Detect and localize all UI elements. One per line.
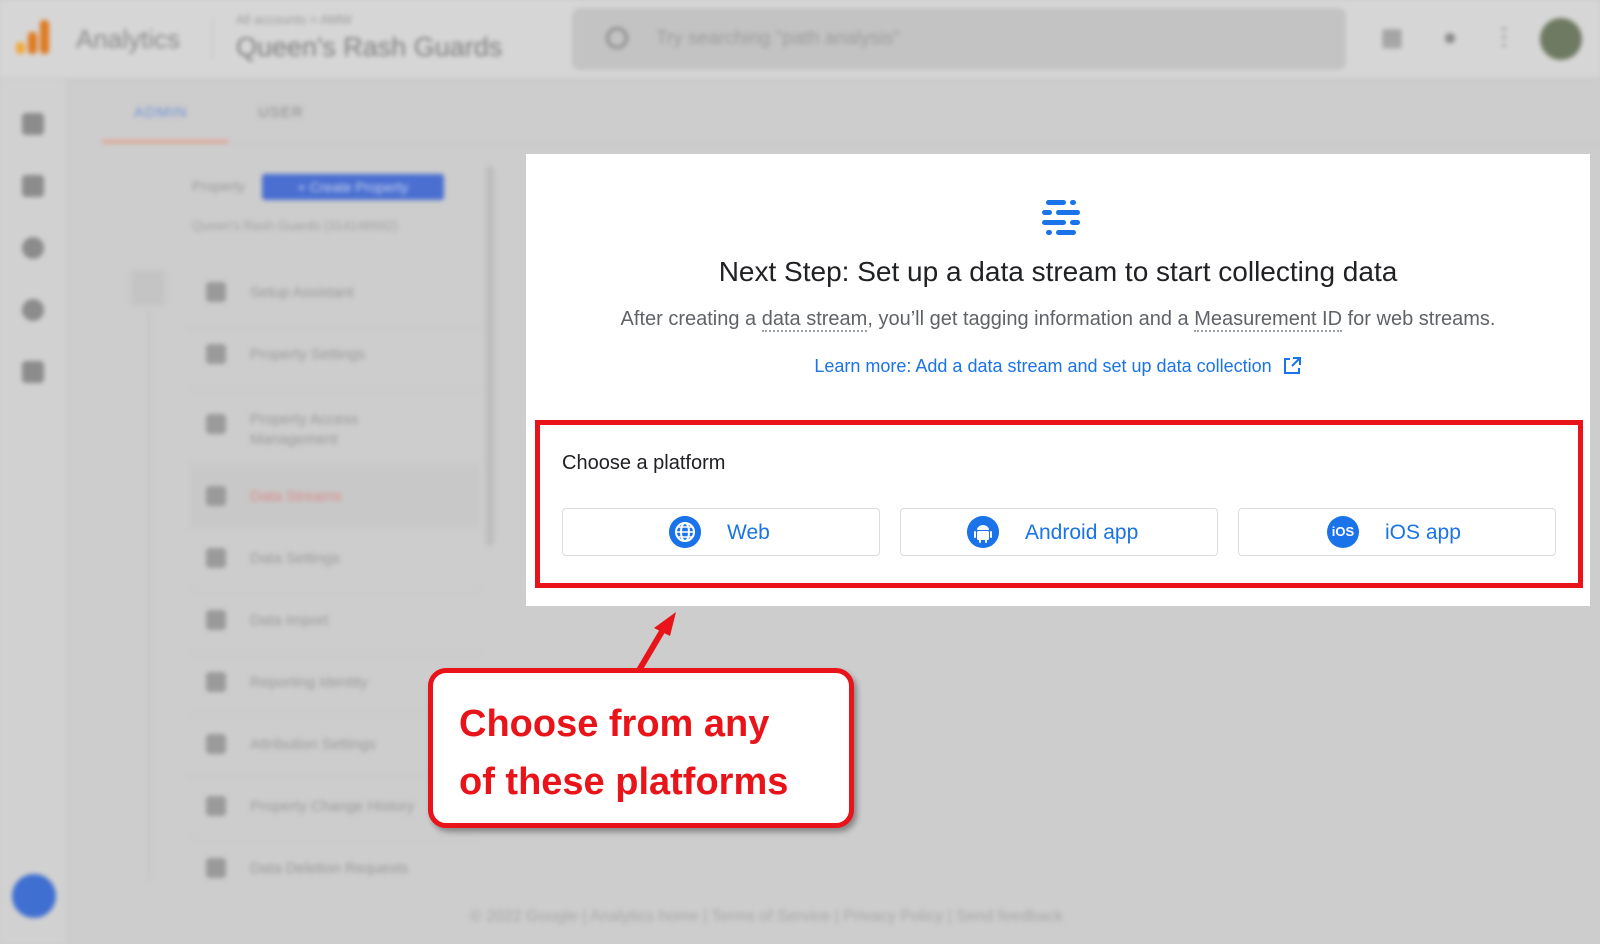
- panel-subtitle: After creating a data stream, you’ll get…: [526, 308, 1590, 332]
- apps-grid-icon[interactable]: ▦: [1378, 24, 1406, 52]
- menu-item-data-import[interactable]: Data Import: [200, 600, 480, 640]
- checklist-icon: [206, 282, 226, 302]
- top-app-bar: Analytics All accounts > AMW Queen's Ras…: [0, 0, 1600, 79]
- menu-item-data-deletion[interactable]: Data Deletion Requests: [200, 848, 480, 888]
- attribution-icon: [206, 734, 226, 754]
- menu-label: Data Settings: [250, 550, 341, 567]
- home-icon[interactable]: [22, 113, 44, 135]
- search-bar[interactable]: Try searching "path analysis": [572, 8, 1346, 70]
- help-icon[interactable]: ●: [1436, 24, 1464, 52]
- configure-icon[interactable]: [22, 361, 44, 383]
- database-icon: [206, 548, 226, 568]
- settings-box-icon: [206, 344, 226, 364]
- footer-links: © 2022 Google | Analytics home | Terms o…: [470, 908, 1063, 925]
- platform-highlight-box: [535, 420, 1583, 588]
- property-label: Property: [192, 178, 245, 194]
- create-property-button[interactable]: + Create Property: [262, 174, 444, 200]
- measurement-id-term[interactable]: Measurement ID: [1194, 308, 1343, 332]
- tab-admin[interactable]: ADMIN: [134, 104, 187, 121]
- divider: [190, 590, 480, 591]
- identity-icon: [206, 672, 226, 692]
- menu-rail: [148, 310, 150, 880]
- divider: [190, 652, 480, 653]
- divider: [190, 328, 480, 329]
- left-nav-rail: [0, 79, 67, 944]
- explore-icon[interactable]: [22, 237, 44, 259]
- tab-divider: [102, 143, 1600, 144]
- data-stream-term[interactable]: data stream: [761, 308, 868, 332]
- search-icon: [606, 27, 628, 49]
- more-vert-icon[interactable]: ⋮: [1490, 24, 1518, 52]
- divider: [190, 838, 480, 839]
- callout-line-2: of these platforms: [459, 761, 789, 803]
- subtitle-text: , you’ll get tagging information and a: [867, 308, 1195, 330]
- admin-gear-icon[interactable]: [12, 874, 56, 918]
- callout-text: Choose from any of these platforms: [459, 695, 788, 811]
- divider: [190, 526, 480, 527]
- analytics-logo: [14, 20, 54, 54]
- menu-label: Data Deletion Requests: [250, 860, 409, 877]
- menu-item-property-access[interactable]: Property Access Management: [200, 404, 480, 452]
- divider: [190, 388, 480, 389]
- menu-label: Property Settings: [250, 346, 366, 363]
- menu-label: Reporting Identity: [250, 674, 368, 691]
- reports-icon[interactable]: [22, 175, 44, 197]
- scrollbar[interactable]: [486, 166, 494, 546]
- streams-icon: [206, 486, 226, 506]
- data-stream-icon: [1042, 200, 1080, 235]
- search-placeholder: Try searching "path analysis": [656, 28, 901, 49]
- annotation-callout: Choose from any of these platforms: [428, 668, 854, 828]
- avatar[interactable]: [1540, 18, 1582, 60]
- upload-icon: [206, 610, 226, 630]
- history-icon: [206, 796, 226, 816]
- subtitle-text: for web streams.: [1342, 308, 1496, 330]
- menu-label: Data Streams: [250, 488, 342, 505]
- back-arrow-icon[interactable]: [130, 270, 166, 306]
- menu-label: Data Import: [250, 612, 329, 629]
- menu-item-data-settings[interactable]: Data Settings: [200, 538, 480, 578]
- open-in-new-icon: [1283, 357, 1301, 374]
- menu-item-property-settings[interactable]: Property Settings: [200, 334, 480, 374]
- delete-data-icon: [206, 858, 226, 878]
- menu-label: Property Access Management: [250, 411, 359, 448]
- tab-user[interactable]: USER: [258, 104, 304, 121]
- menu-item-data-streams[interactable]: Data Streams: [200, 476, 480, 516]
- panel-title: Next Step: Set up a data stream to start…: [718, 256, 1398, 287]
- property-selector[interactable]: Queen's Rash Guards: [236, 32, 502, 63]
- menu-label: Property Change History: [250, 798, 415, 815]
- learn-more-text: Learn more: Add a data stream and set up…: [814, 356, 1272, 376]
- callout-line-1: Choose from any: [459, 703, 770, 745]
- subtitle-text: After creating a: [620, 308, 762, 330]
- menu-label: Setup Assistant: [250, 284, 354, 301]
- app-name: Analytics: [76, 24, 181, 54]
- people-icon: [206, 414, 226, 434]
- menu-label: Attribution Settings: [250, 736, 376, 753]
- advertising-icon[interactable]: [22, 299, 44, 321]
- menu-item-setup-assistant[interactable]: Setup Assistant: [200, 272, 480, 312]
- divider: [190, 464, 480, 465]
- property-id: Queen's Rash Guards (314148692): [192, 218, 398, 233]
- account-breadcrumb[interactable]: All accounts > AMW: [236, 12, 352, 27]
- learn-more-link[interactable]: Learn more: Add a data stream and set up…: [526, 356, 1590, 377]
- divider: [212, 18, 213, 60]
